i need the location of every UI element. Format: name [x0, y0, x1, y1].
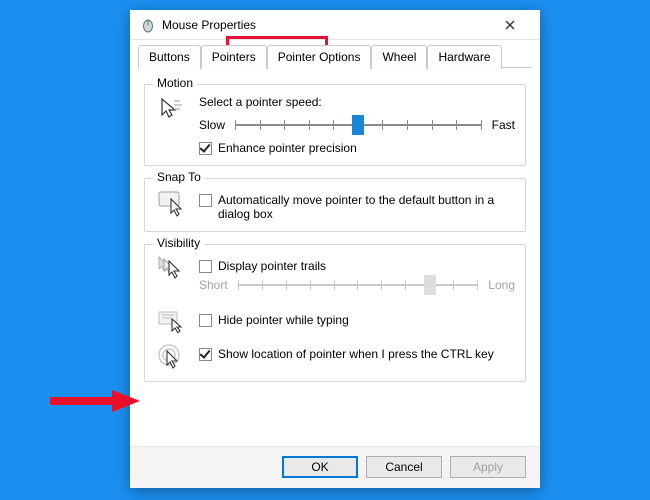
- long-label: Long: [488, 278, 515, 292]
- pointer-speed-icon: [155, 95, 189, 123]
- mouse-properties-window: Mouse Properties Buttons Pointers Pointe…: [130, 10, 540, 488]
- pointer-speed-label: Select a pointer speed:: [199, 95, 515, 109]
- group-visibility-legend: Visibility: [153, 236, 204, 250]
- apply-button: Apply: [450, 456, 526, 478]
- cancel-button[interactable]: Cancel: [366, 456, 442, 478]
- pointer-trails-icon: [155, 255, 189, 281]
- group-snapto: Snap To Automatically move pointer to th…: [144, 178, 526, 232]
- group-motion: Motion Select a pointer speed: Slow: [144, 84, 526, 166]
- titlebar: Mouse Properties: [130, 10, 540, 40]
- pointer-trails-checkbox[interactable]: [199, 260, 212, 273]
- tab-hardware[interactable]: Hardware: [427, 45, 501, 69]
- mouse-icon: [140, 17, 156, 33]
- short-label: Short: [199, 278, 228, 292]
- pointer-speed-slider[interactable]: [235, 115, 482, 135]
- slow-label: Slow: [199, 118, 225, 132]
- group-visibility: Visibility Display pointer trails: [144, 244, 526, 382]
- ok-button[interactable]: OK: [282, 456, 358, 478]
- hide-pointer-checkbox[interactable]: [199, 314, 212, 327]
- ctrl-locate-label: Show location of pointer when I press th…: [218, 347, 494, 361]
- tab-pointers[interactable]: Pointers: [201, 45, 267, 69]
- window-title: Mouse Properties: [162, 18, 488, 32]
- dialog-button-bar: OK Cancel Apply: [130, 446, 540, 488]
- ctrl-locate-checkbox[interactable]: [199, 348, 212, 361]
- group-motion-legend: Motion: [153, 76, 197, 90]
- hide-pointer-label: Hide pointer while typing: [218, 313, 349, 327]
- snap-to-icon: [155, 189, 189, 217]
- tab-buttons[interactable]: Buttons: [138, 45, 201, 69]
- group-snapto-legend: Snap To: [153, 170, 205, 184]
- enhance-precision-checkbox[interactable]: [199, 142, 212, 155]
- annotation-arrow: [40, 388, 140, 414]
- tab-wheel[interactable]: Wheel: [371, 45, 427, 69]
- enhance-precision-label: Enhance pointer precision: [218, 141, 357, 155]
- pointer-trails-slider: [238, 275, 479, 295]
- tab-bar: Buttons Pointers Pointer Options Wheel H…: [130, 40, 540, 68]
- tab-content: Motion Select a pointer speed: Slow: [130, 68, 540, 394]
- snap-to-label: Automatically move pointer to the defaul…: [218, 193, 515, 221]
- fast-label: Fast: [492, 118, 515, 132]
- pointer-trails-label: Display pointer trails: [218, 259, 326, 273]
- close-button[interactable]: [488, 10, 532, 40]
- hide-pointer-icon: [155, 309, 189, 333]
- ctrl-locate-icon: [155, 343, 189, 371]
- snap-to-checkbox[interactable]: [199, 194, 212, 207]
- tab-pointer-options[interactable]: Pointer Options: [267, 45, 372, 69]
